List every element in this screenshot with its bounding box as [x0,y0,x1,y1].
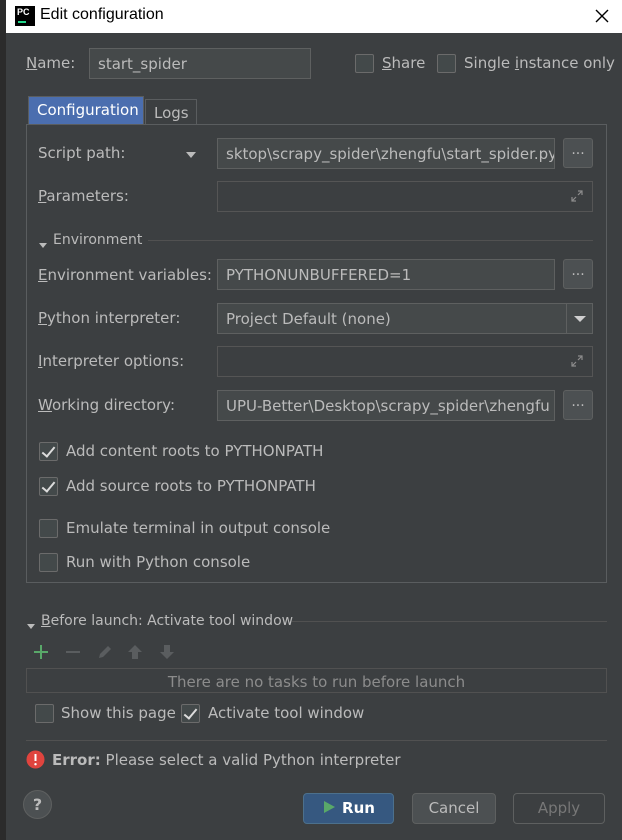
share-checkbox[interactable] [355,54,374,73]
script-type-dropdown-icon[interactable] [184,147,198,159]
activate-tool-window-checkbox[interactable] [181,704,200,723]
interpreter-options-label: Interpreter options: [38,352,185,370]
run-button[interactable]: Run [303,793,394,824]
error-message: Error: Please select a valid Python inte… [52,751,401,769]
python-console-label[interactable]: Run with Python console [66,553,250,571]
background-window-strip [0,0,6,840]
pycharm-logo-icon: PC [15,6,35,26]
share-label[interactable]: Share [382,54,425,72]
before-launch-task-list: There are no tasks to run before launch [26,668,607,693]
interpreter-options-field[interactable] [217,346,593,377]
expand-icon[interactable] [570,189,584,203]
window-title: Edit configuration [40,6,164,23]
tab-logs[interactable]: Logs [145,99,197,125]
script-path-browse-button[interactable]: ... [563,138,593,168]
add-content-roots-checkbox[interactable] [39,442,58,461]
python-interpreter-select[interactable]: Project Default (none) [217,303,593,334]
move-down-icon[interactable] [158,643,176,661]
tab-configuration[interactable]: Configuration [28,96,144,125]
section-divider [292,621,607,622]
empty-tasks-text: There are no tasks to run before launch [167,673,466,691]
emulate-terminal-label[interactable]: Emulate terminal in output console [66,519,330,537]
script-path-field[interactable]: sktop\scrapy_spider\zhengfu\start_spider… [217,138,555,169]
show-page-checkbox[interactable] [35,704,54,723]
name-label: Name: [26,54,76,72]
add-content-roots-label[interactable]: Add content roots to PYTHONPATH [66,442,323,460]
working-directory-field[interactable]: UPU-Better\Desktop\scrapy_spider\zhengfu [217,390,555,421]
single-instance-label[interactable]: Single instance only [464,54,615,72]
working-directory-label: Working directory: [38,396,176,414]
env-vars-field[interactable]: PYTHONUNBUFFERED=1 [217,259,555,290]
script-path-label: Script path: [38,144,126,162]
edit-pencil-icon[interactable] [96,643,114,661]
activate-tool-window-label[interactable]: Activate tool window [208,704,364,722]
expand-icon[interactable] [570,354,584,368]
cancel-button[interactable]: Cancel [412,793,496,824]
close-icon[interactable] [590,4,614,28]
divider [26,740,607,741]
before-launch-title: Before launch: Activate tool window [41,613,294,629]
error-icon [26,750,45,769]
title-bar: PC Edit configuration [6,0,622,33]
play-icon [324,801,336,813]
error-prefix: Error: [52,751,101,769]
env-vars-label: Environment variables: [38,266,212,284]
collapse-triangle-icon[interactable] [26,617,36,629]
emulate-terminal-checkbox[interactable] [39,519,58,538]
working-directory-browse-button[interactable]: ... [563,390,593,420]
python-interpreter-label: Python interpreter: [38,309,181,327]
single-instance-checkbox[interactable] [437,54,456,73]
python-console-checkbox[interactable] [39,553,58,572]
remove-icon[interactable] [64,643,82,661]
help-button[interactable]: ? [23,790,52,819]
error-text: Please select a valid Python interpreter [105,751,401,769]
show-page-label[interactable]: Show this page [61,704,176,722]
environment-section-title: Environment [53,232,143,248]
move-up-icon[interactable] [126,643,144,661]
section-divider [148,240,593,241]
chevron-down-icon[interactable] [566,304,592,333]
parameters-field[interactable] [217,181,593,212]
add-source-roots-label[interactable]: Add source roots to PYTHONPATH [66,477,316,495]
apply-button[interactable]: Apply [513,793,605,824]
collapse-triangle-icon[interactable] [38,236,48,248]
name-input[interactable]: start_spider [89,48,311,79]
add-icon[interactable] [32,643,50,661]
parameters-label: Parameters: [38,187,129,205]
add-source-roots-checkbox[interactable] [39,477,58,496]
env-vars-browse-button[interactable]: ... [563,259,593,289]
